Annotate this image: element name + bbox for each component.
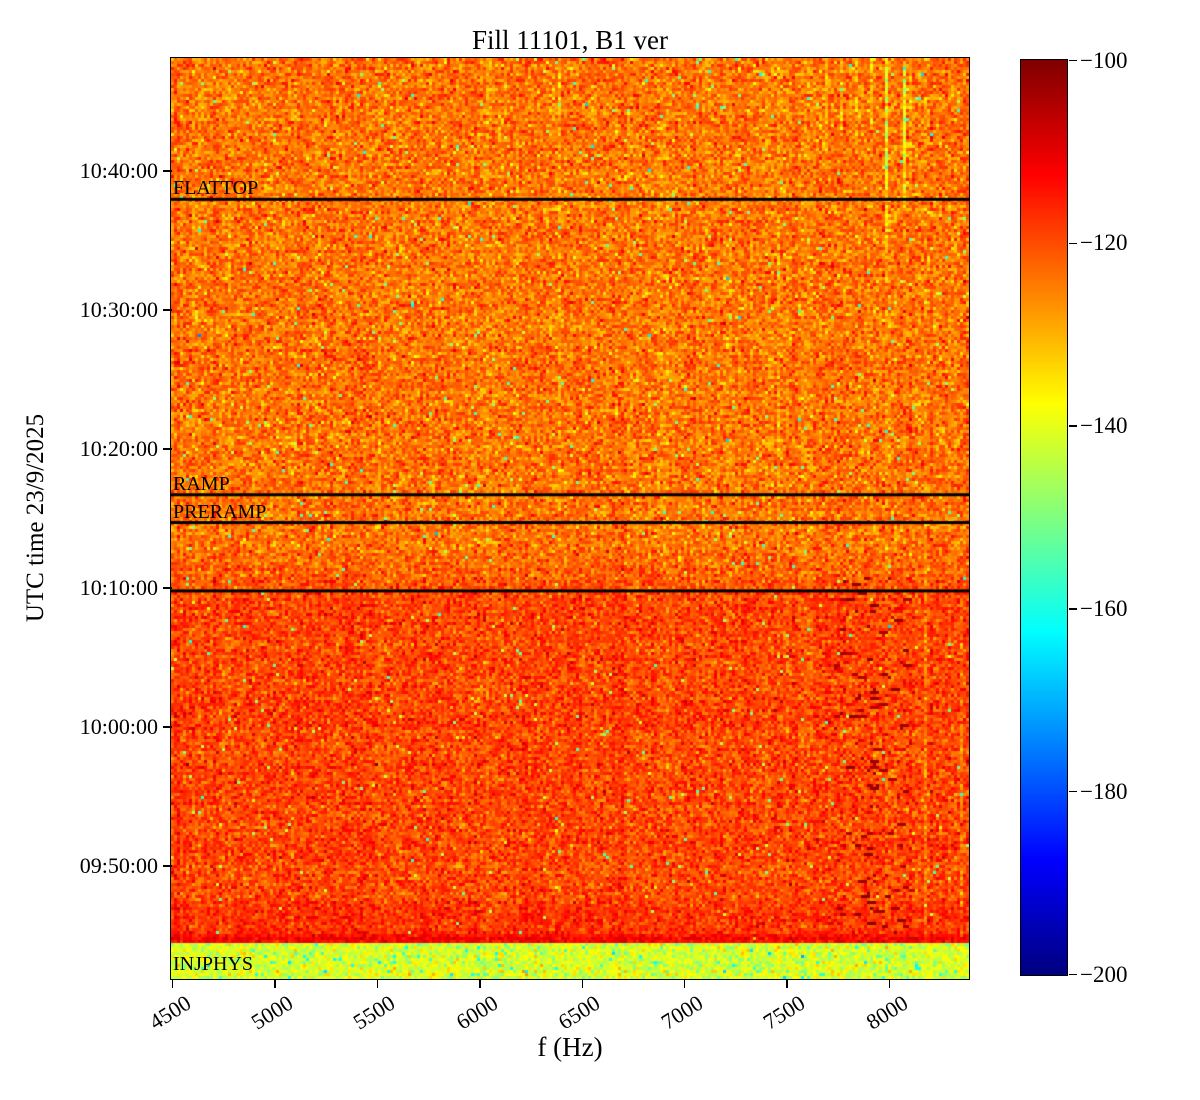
chart-title: Fill 11101, B1 ver xyxy=(471,25,668,55)
y-tick-label: 10:00:00 xyxy=(79,713,158,739)
x-tick-mark xyxy=(683,980,686,988)
x-tick-label: 6500 xyxy=(553,990,605,1035)
colorbar-gradient xyxy=(1020,59,1068,976)
x-tick-label: 8000 xyxy=(861,990,912,1035)
event-label-injphys: INJPHYS xyxy=(173,952,254,975)
spectrogram-figure: Fill 11101, B1 ver UTC time 23/9/2025 f … xyxy=(0,0,1200,1100)
x-tick-mark xyxy=(171,980,174,988)
event-label-preramp: PRERAMP xyxy=(173,500,267,523)
event-label-flattop: FLATTOP xyxy=(173,177,259,200)
x-tick-mark xyxy=(581,980,584,988)
x-tick-label: 6000 xyxy=(451,990,503,1035)
spectrogram-plot-area xyxy=(170,57,970,980)
y-tick-mark xyxy=(162,309,172,311)
colorbar-tick-label: −120 xyxy=(1080,230,1128,256)
x-tick-mark xyxy=(376,980,379,988)
x-tick-mark xyxy=(888,980,891,988)
spectrogram-heatmap-canvas xyxy=(171,58,969,979)
colorbar-tick-label: −140 xyxy=(1080,413,1128,439)
colorbar-tick-mark xyxy=(1069,608,1077,610)
x-axis-label: f (Hz) xyxy=(537,1032,603,1062)
x-tick-mark xyxy=(479,980,481,988)
colorbar-tick-label: −180 xyxy=(1080,778,1128,804)
y-tick-mark xyxy=(162,587,172,589)
colorbar-tick-label: −100 xyxy=(1080,47,1128,73)
colorbar-tick-label: −160 xyxy=(1080,595,1128,621)
y-tick-mark xyxy=(162,865,172,867)
y-tick-label: 10:30:00 xyxy=(79,296,158,322)
x-tick-mark xyxy=(274,980,276,988)
y-tick-mark xyxy=(162,726,172,728)
colorbar-tick-mark xyxy=(1069,59,1077,62)
y-tick-label: 10:40:00 xyxy=(79,157,158,183)
colorbar-tick-mark xyxy=(1069,973,1077,976)
colorbar-tick-mark xyxy=(1069,242,1077,245)
y-tick-mark xyxy=(162,448,172,450)
x-tick-label: 4500 xyxy=(144,990,195,1035)
x-tick-label: 7500 xyxy=(758,990,810,1035)
y-tick-mark xyxy=(162,170,172,172)
colorbar-tick-label: −200 xyxy=(1080,961,1128,987)
colorbar-tick-mark xyxy=(1069,425,1077,427)
colorbar-tick-mark xyxy=(1069,790,1077,793)
y-tick-label: 10:10:00 xyxy=(79,574,158,600)
y-tick-label: 09:50:00 xyxy=(79,852,158,878)
y-tick-label: 10:20:00 xyxy=(79,435,158,461)
event-label-ramp: RAMP xyxy=(173,472,230,495)
x-tick-label: 7000 xyxy=(656,990,707,1035)
x-tick-mark xyxy=(786,980,788,988)
x-tick-label: 5000 xyxy=(246,990,298,1035)
x-tick-label: 5500 xyxy=(349,990,400,1035)
